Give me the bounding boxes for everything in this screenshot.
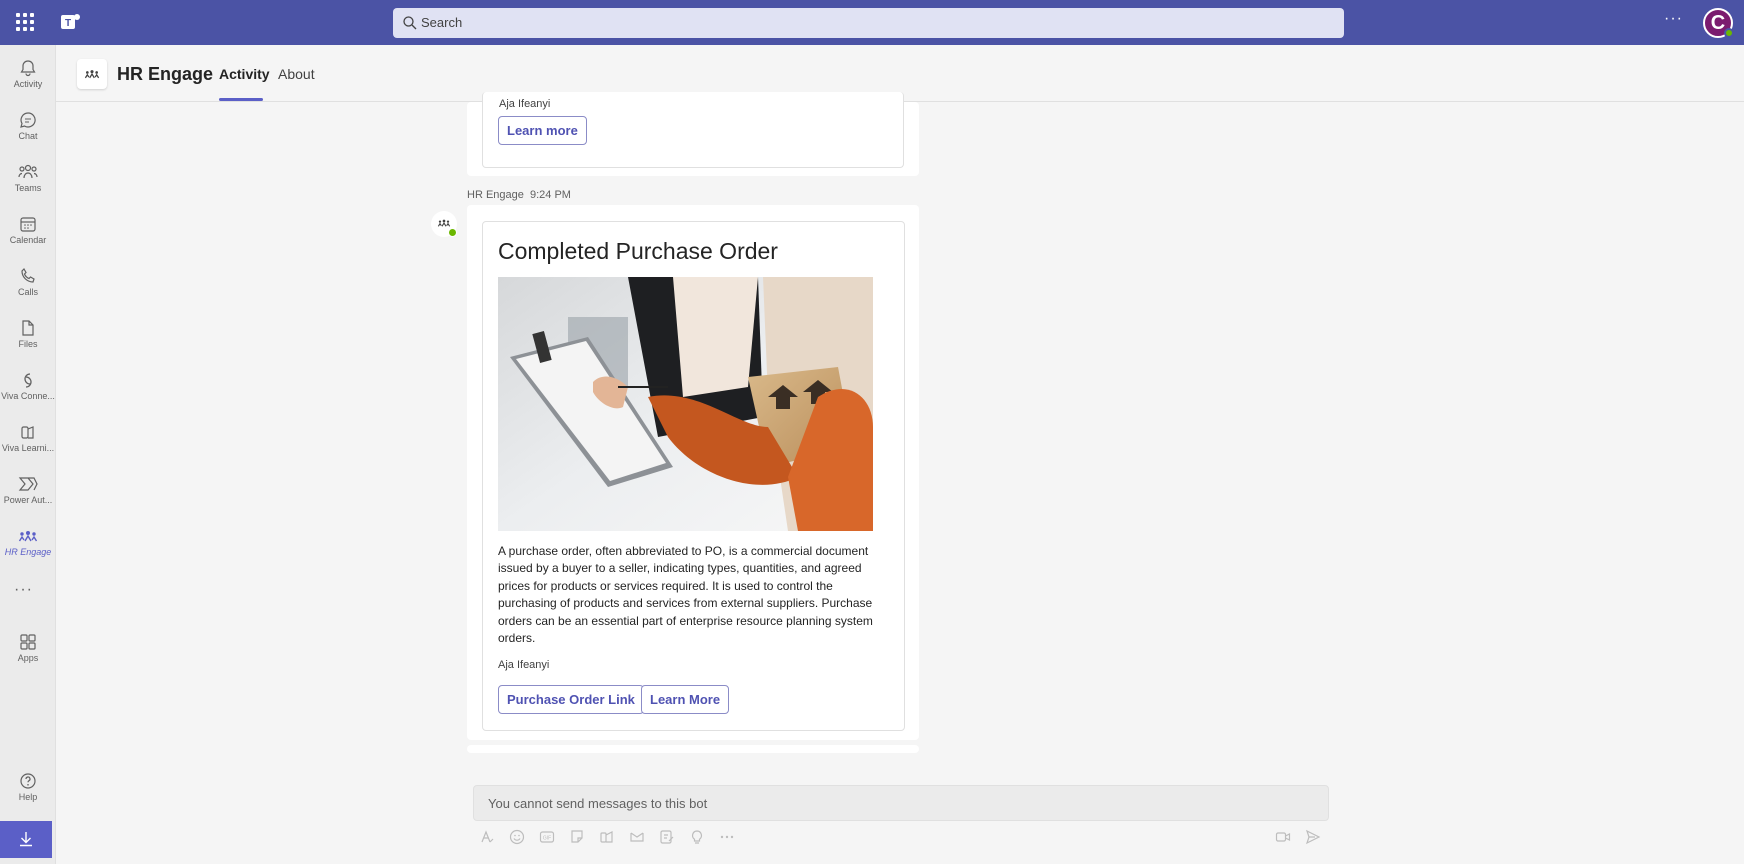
teams-logo-icon: T	[61, 14, 80, 29]
hr-engage-icon	[437, 219, 451, 227]
app-title: HR Engage	[117, 64, 214, 84]
svg-text:GIF: GIF	[543, 836, 551, 842]
rail-label: Power Aut...	[3, 495, 53, 505]
rail-label: Viva Learni...	[1, 443, 55, 453]
more-apps-icon[interactable]: ···	[14, 581, 33, 599]
praise-icon[interactable]	[659, 829, 675, 845]
message-composer: You cannot send messages to this bot	[473, 785, 1329, 821]
help-icon	[20, 773, 36, 789]
rail-label: Files	[18, 339, 38, 349]
app-bar: Activity Chat Teams Calendar Calls Files…	[0, 45, 56, 864]
composer-placeholder: You cannot send messages to this bot	[488, 796, 708, 811]
rail-item-help[interactable]: Help	[0, 765, 56, 813]
rail-item-apps[interactable]: Apps	[0, 626, 56, 674]
chat-icon	[20, 112, 36, 128]
send-icon[interactable]	[1305, 829, 1321, 845]
rail-label: Activity	[13, 79, 43, 89]
tab-activity[interactable]: Activity	[219, 66, 270, 82]
previous-message: Aja Ifeanyi Learn more	[467, 92, 919, 176]
svg-text:T: T	[65, 18, 71, 29]
hr-engage-app-icon	[77, 59, 107, 89]
active-tab-indicator	[219, 98, 263, 101]
app-launcher-icon[interactable]	[14, 11, 36, 33]
presence-available-icon	[448, 228, 457, 237]
download-app-button[interactable]	[0, 821, 52, 858]
presence-available-icon	[1724, 28, 1734, 38]
lightbulb-icon[interactable]	[689, 829, 705, 845]
rail-label: Viva Conne...	[1, 391, 55, 401]
rail-item-calendar[interactable]: Calendar	[0, 208, 56, 256]
apps-icon	[20, 634, 36, 650]
bot-avatar[interactable]	[431, 211, 457, 237]
rail-item-files[interactable]: Files	[0, 312, 56, 360]
tab-about[interactable]: About	[278, 66, 315, 82]
loop-component-icon[interactable]	[599, 829, 615, 845]
format-icon[interactable]	[479, 829, 495, 845]
search-icon	[403, 16, 417, 30]
teams-icon	[18, 164, 38, 179]
gif-icon[interactable]: GIF	[539, 829, 555, 845]
rail-label: HR Engage	[4, 547, 52, 557]
card-author: Aja Ifeanyi	[499, 98, 551, 110]
file-icon	[22, 320, 34, 336]
card-title: Completed Purchase Order	[498, 238, 778, 264]
rail-item-teams[interactable]: Teams	[0, 156, 56, 204]
rail-label: Calendar	[9, 235, 47, 245]
bell-icon	[20, 60, 36, 77]
calendar-icon	[20, 217, 36, 232]
search-placeholder: Search	[421, 15, 463, 30]
message-timestamp: 9:24 PM	[530, 189, 571, 201]
previous-adaptive-card: Aja Ifeanyi Learn more	[482, 92, 904, 168]
top-bar: T Search ··· C	[0, 0, 1744, 45]
avatar-initial: C	[1710, 12, 1726, 34]
download-icon	[20, 832, 32, 847]
hr-engage-icon	[84, 70, 100, 79]
purchase-order-link-button[interactable]: Purchase Order Link	[498, 685, 644, 714]
rail-item-viva-learning[interactable]: Viva Learni...	[0, 416, 56, 464]
learn-more-button[interactable]: Learn More	[641, 685, 730, 714]
phone-icon	[21, 268, 35, 283]
rail-label: Apps	[17, 653, 39, 663]
viva-learning-icon	[21, 426, 34, 439]
card-body-text: A purchase order, often abbreviated to P…	[498, 544, 873, 646]
rail-item-calls[interactable]: Calls	[0, 260, 56, 308]
schedule-meeting-icon[interactable]	[629, 829, 645, 845]
power-automate-icon	[18, 477, 38, 491]
search-input[interactable]: Search	[393, 8, 1344, 38]
rail-label: Teams	[14, 183, 42, 193]
learn-more-button[interactable]: Learn more	[498, 116, 587, 145]
sticker-icon[interactable]	[569, 829, 585, 845]
rail-item-activity[interactable]: Activity	[0, 52, 56, 100]
rail-item-viva-connections[interactable]: Viva Conne...	[0, 364, 56, 412]
rail-item-power-automate[interactable]: Power Aut...	[0, 468, 56, 516]
message-header: HR Engage 9:24 PM	[467, 189, 571, 201]
rail-label: Help	[18, 792, 38, 802]
next-message-edge	[467, 745, 919, 753]
user-avatar[interactable]: C	[1703, 8, 1734, 38]
purchase-order-image	[498, 277, 873, 531]
rail-label: Calls	[17, 287, 38, 297]
dictate-icon[interactable]	[1275, 829, 1291, 845]
rail-item-chat[interactable]: Chat	[0, 104, 56, 152]
rail-item-hr-engage[interactable]: HR Engage	[0, 520, 56, 568]
more-options-icon[interactable]: ···	[1664, 10, 1683, 28]
rail-label: Chat	[18, 131, 38, 141]
hr-engage-icon	[18, 531, 38, 542]
message-sender: HR Engage	[467, 189, 524, 201]
viva-connections-icon	[24, 373, 32, 388]
more-actions-icon[interactable]	[719, 829, 735, 845]
card-author: Aja Ifeanyi	[498, 659, 550, 671]
emoji-icon[interactable]	[509, 829, 525, 845]
